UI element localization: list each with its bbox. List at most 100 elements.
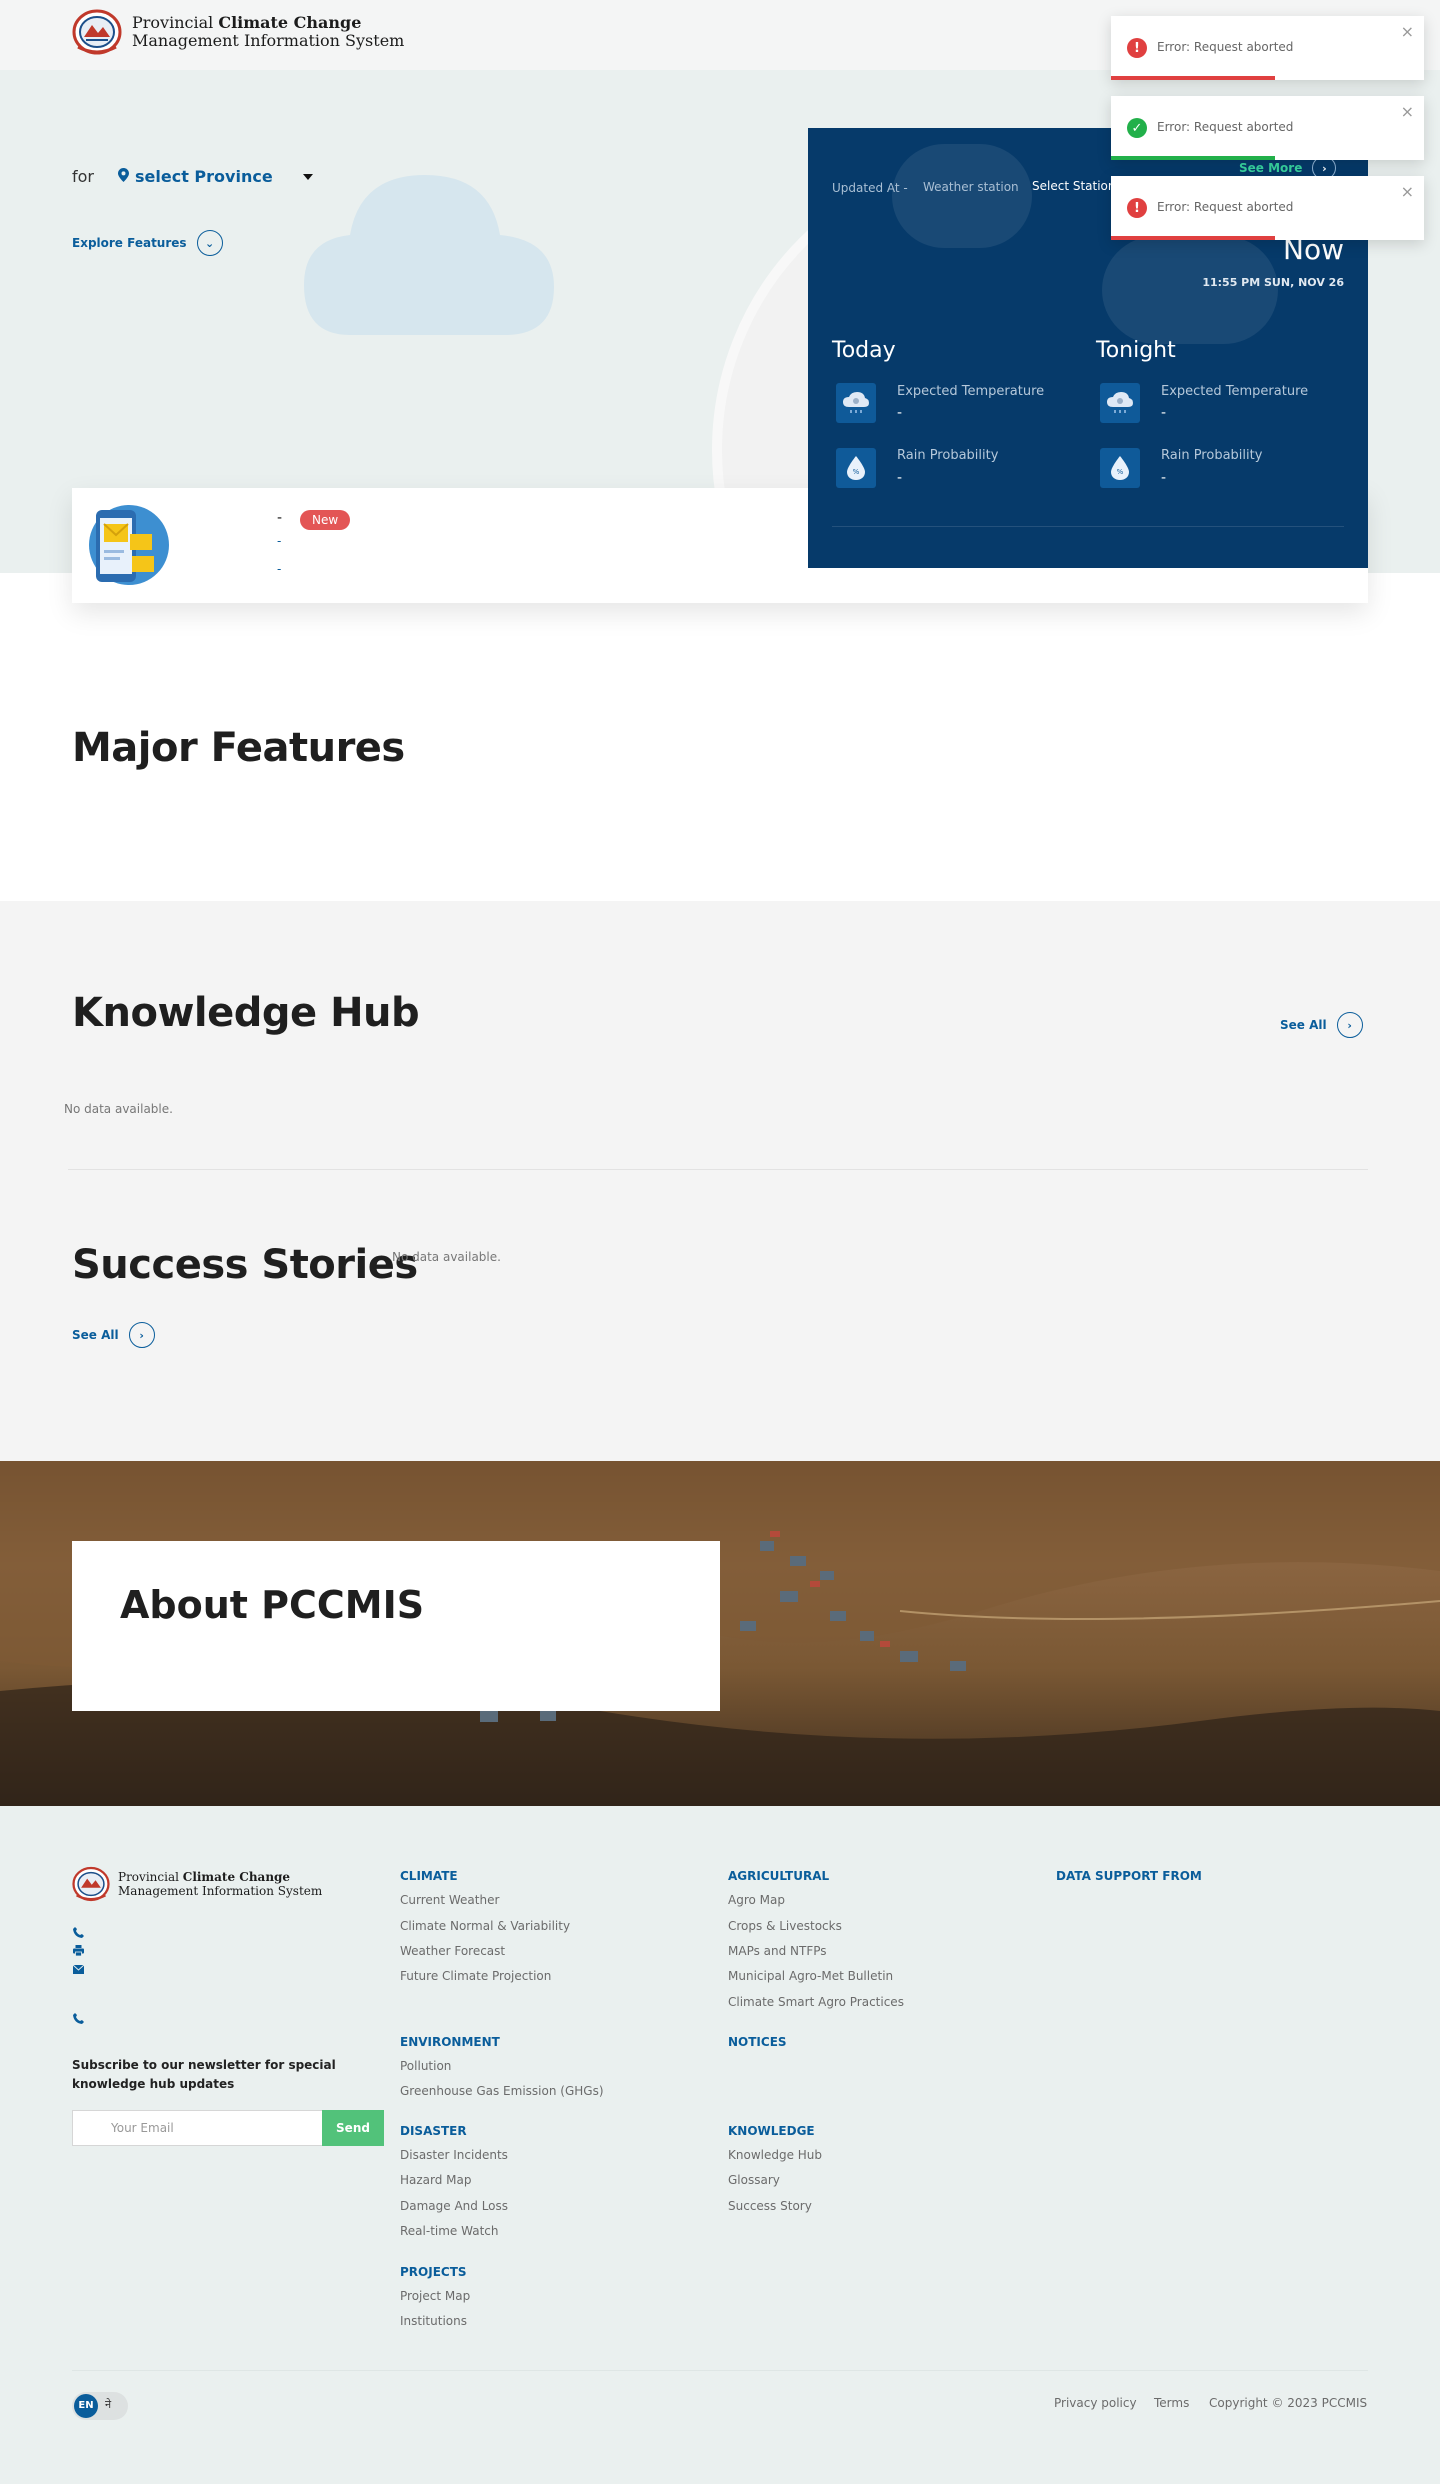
about-card: About PCCMIS [72,1541,720,1711]
for-label: for [72,167,94,186]
footer-heading-disaster: DISASTER [400,2124,467,2138]
knowledge-hub-see-all[interactable]: See All › [1280,1012,1363,1038]
tonight-title: Tonight [1096,338,1176,363]
about-section: About PCCMIS [0,1461,1440,1806]
footer-link[interactable]: Climate Smart Agro Practices [728,1995,904,2009]
explore-features-link[interactable]: Explore Features ⌄ [72,230,223,256]
location-pin-icon [118,167,129,186]
chevron-down-icon[interactable]: ⌄ [196,230,223,256]
tonight-rain-label: Rain Probability [1161,448,1263,463]
footer-link[interactable]: Pollution [400,2059,451,2073]
rain-drop-icon: % [836,448,876,488]
knowledge-hub-section [0,901,1440,1461]
chevron-right-icon[interactable]: › [128,1322,155,1348]
brand-subtitle: Management Information System [118,1884,323,1898]
chevron-right-icon[interactable]: › [1336,1012,1363,1038]
toast-message: Error: Request aborted [1157,120,1294,134]
footer-heading-data-support: DATA SUPPORT FROM [1056,1869,1202,1883]
footer-heading-climate: CLIMATE [400,1869,458,1883]
success-stories-see-all[interactable]: See All › [72,1322,155,1348]
updated-value: - [903,181,908,195]
toast-notification[interactable]: ✓ Error: Request aborted × [1111,96,1424,160]
footer-link[interactable]: Municipal Agro-Met Bulletin [728,1969,893,1983]
footer-link[interactable]: MAPs and NTFPs [728,1944,827,1958]
divider [832,526,1344,527]
footer-link[interactable]: Project Map [400,2289,470,2303]
error-icon: ! [1127,198,1147,218]
updated-label: Updated At [832,181,900,195]
notice-title[interactable]: - [277,510,282,526]
error-icon: ! [1127,38,1147,58]
close-icon[interactable]: × [1401,182,1414,201]
email-icon [72,1964,85,1977]
phone-icon [73,1927,84,1941]
divider [72,2370,1368,2371]
station-select[interactable]: Select Station [1032,179,1116,193]
success-stories-title: Success Stories [72,1242,418,1288]
toast-progress [1111,76,1275,80]
footer-link[interactable]: Institutions [400,2314,467,2328]
footer-link[interactable]: Future Climate Projection [400,1969,551,1983]
send-button[interactable]: Send [322,2110,384,2146]
toast-notification[interactable]: ! Error: Request aborted × [1111,16,1424,80]
footer-link[interactable]: Success Story [728,2199,812,2213]
terms-link[interactable]: Terms [1154,2396,1189,2410]
notification-illustration-icon [89,505,169,585]
email-input[interactable]: Your Email [72,2110,322,2146]
toast-notification[interactable]: ! Error: Request aborted × [1111,176,1424,240]
toast-progress [1111,236,1275,240]
success-stories-empty: No data available. [392,1250,501,1264]
footer-logo[interactable]: Provincial Climate Change Management Inf… [72,1866,322,1902]
footer-heading-agricultural: AGRICULTURAL [728,1869,830,1883]
major-features-title: Major Features [72,725,405,771]
today-temp-label: Expected Temperature [897,384,1045,399]
knowledge-hub-empty: No data available. [64,1102,173,1116]
see-all-label: See All [72,1328,119,1342]
printer-icon [73,1945,84,1959]
province-dropdown[interactable]: select Province [135,167,273,186]
language-toggle[interactable]: EN ने [72,2392,128,2420]
new-badge: New [300,510,351,530]
lang-en-option[interactable]: EN [74,2394,98,2418]
privacy-policy-link[interactable]: Privacy policy [1054,2396,1137,2410]
site-logo[interactable]: Provincial Climate Change Management Inf… [72,9,404,55]
cloud-decoration [1102,236,1278,344]
footer-link[interactable]: Current Weather [400,1893,499,1907]
footer-link[interactable]: Disaster Incidents [400,2148,508,2162]
weather-datetime: 11:55 PM SUN, NOV 26 [1202,276,1344,289]
close-icon[interactable]: × [1401,102,1414,121]
toast-message: Error: Request aborted [1157,40,1294,54]
footer-link[interactable]: Climate Normal & Variability [400,1919,570,1933]
footer-link[interactable]: Weather Forecast [400,1944,505,1958]
footer-link[interactable]: Crops & Livestocks [728,1919,842,1933]
newsletter-text: Subscribe to our newsletter for special … [72,2058,336,2091]
copyright-text: Copyright © 2023 PCCMIS [1209,2396,1368,2410]
notice-link[interactable]: - [277,534,281,548]
divider [68,1169,1368,1170]
footer-heading-notices[interactable]: NOTICES [728,2035,787,2049]
footer-link[interactable]: Glossary [728,2173,780,2187]
footer-link[interactable]: Real-time Watch [400,2224,498,2238]
footer-link[interactable]: Greenhouse Gas Emission (GHGs) [400,2084,604,2098]
today-title: Today [832,338,896,363]
footer-brand: Provincial Climate Change Management Inf… [118,1870,322,1898]
lang-ne-option[interactable]: ने [105,2397,111,2412]
caret-down-icon[interactable] [302,173,313,180]
footer-link[interactable]: Hazard Map [400,2173,472,2187]
see-all-label: See All [1280,1018,1327,1032]
footer-heading-knowledge: KNOWLEDGE [728,2124,815,2138]
phone-icon [73,2013,84,2027]
tonight-temp-label: Expected Temperature [1161,384,1309,399]
province-selector: for select Province [72,167,313,186]
toast-progress [1111,156,1275,160]
footer-link[interactable]: Agro Map [728,1893,785,1907]
knowledge-hub-title: Knowledge Hub [72,990,420,1036]
updated-at: Updated At - [832,181,908,195]
svg-text:%: % [1117,468,1124,476]
close-icon[interactable]: × [1401,22,1414,41]
brand-prefix: Provincial [132,13,214,32]
cloud-decoration [892,144,1032,248]
footer-link[interactable]: Damage And Loss [400,2199,508,2213]
cloud-rain-icon [836,383,876,423]
footer-link[interactable]: Knowledge Hub [728,2148,822,2162]
